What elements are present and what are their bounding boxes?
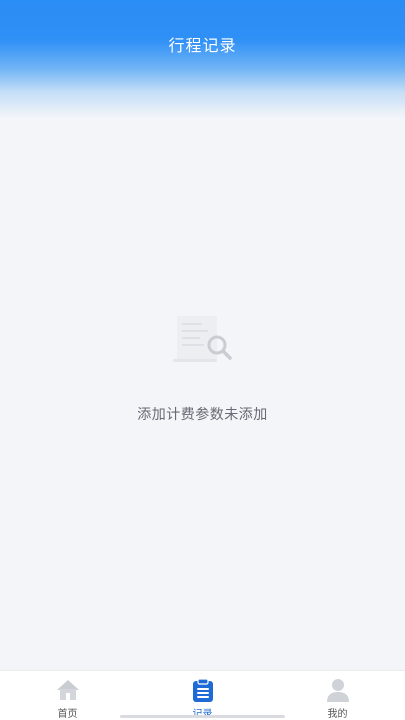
tab-mine-label: 我的 (327, 709, 348, 720)
header: 行程记录 (0, 0, 405, 120)
app-root: 行程记录 添加计费参数未添加 首页 我的 (0, 0, 405, 720)
empty-message: 添加计费参数未添加 (137, 407, 268, 423)
home-indicator (120, 715, 285, 718)
clipboard-icon (192, 678, 213, 702)
tab-bar: 首页 记录 我的 (0, 670, 405, 720)
page-title: 行程记录 (168, 36, 237, 55)
tab-mine[interactable]: 我的 (270, 671, 405, 720)
tab-home-label: 首页 (57, 709, 78, 720)
empty-state: 添加计费参数未添加 (0, 312, 405, 424)
home-icon (56, 680, 79, 700)
tab-home[interactable]: 首页 (0, 671, 135, 720)
document-search-icon (172, 316, 232, 362)
tab-records[interactable]: 记录 (135, 671, 270, 720)
user-icon (326, 679, 349, 702)
